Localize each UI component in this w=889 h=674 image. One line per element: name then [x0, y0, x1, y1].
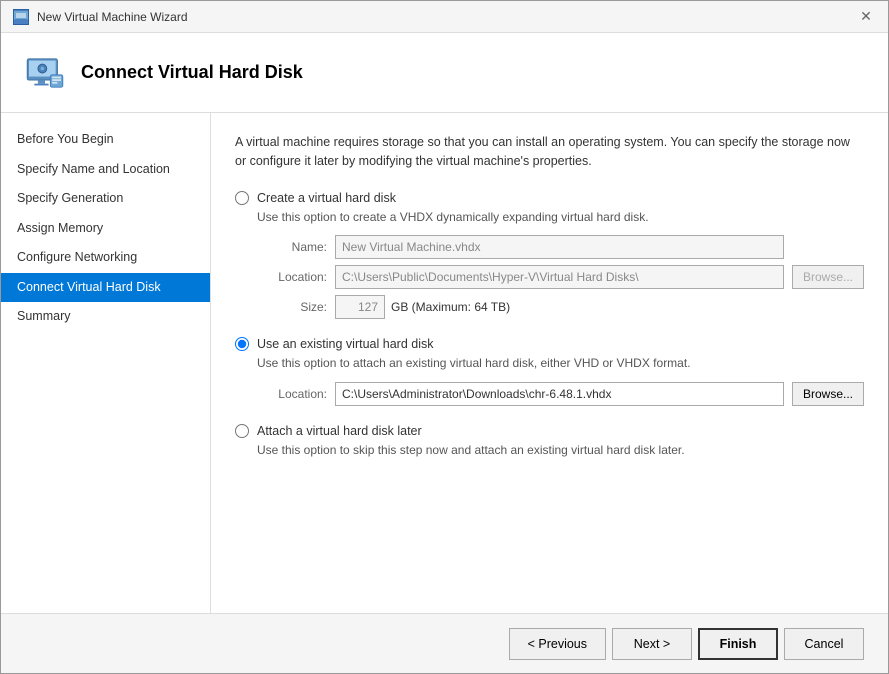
option-create-group: Create a virtual hard disk Use this opti… — [235, 191, 864, 320]
option-existing-group: Use an existing virtual hard disk Use th… — [235, 337, 864, 406]
sidebar-item-summary[interactable]: Summary — [1, 302, 210, 332]
create-fields: Name: Location: Browse... Size: GB (Maxi… — [257, 235, 864, 319]
sidebar: Before You Begin Specify Name and Locati… — [1, 113, 211, 613]
page-description: A virtual machine requires storage so th… — [235, 133, 864, 171]
browse-button-existing[interactable]: Browse... — [792, 382, 864, 406]
cancel-button[interactable]: Cancel — [784, 628, 864, 660]
sidebar-item-before-you-begin[interactable]: Before You Begin — [1, 125, 210, 155]
title-bar: New Virtual Machine Wizard ✕ — [1, 1, 888, 33]
size-label: Size: — [257, 300, 327, 314]
window-icon — [13, 9, 29, 25]
location-label-existing: Location: — [257, 387, 327, 401]
close-button[interactable]: ✕ — [856, 7, 876, 27]
sidebar-item-generation[interactable]: Specify Generation — [1, 184, 210, 214]
window-title: New Virtual Machine Wizard — [37, 10, 188, 24]
name-label: Name: — [257, 240, 327, 254]
location-input-existing[interactable] — [335, 382, 784, 406]
size-input — [335, 295, 385, 319]
size-unit: GB (Maximum: 64 TB) — [391, 300, 510, 314]
option-existing-label[interactable]: Use an existing virtual hard disk — [235, 337, 864, 351]
option-create-text: Create a virtual hard disk — [257, 191, 396, 205]
location-label-create: Location: — [257, 270, 327, 284]
option-create-label[interactable]: Create a virtual hard disk — [235, 191, 864, 205]
next-button[interactable]: Next > — [612, 628, 692, 660]
option-later-label[interactable]: Attach a virtual hard disk later — [235, 424, 864, 438]
option-create-desc: Use this option to create a VHDX dynamic… — [257, 209, 864, 226]
existing-fields: Location: Browse... — [257, 382, 864, 406]
browse-button-create: Browse... — [792, 265, 864, 289]
main-content: A virtual machine requires storage so th… — [211, 113, 888, 613]
wizard-footer: < Previous Next > Finish Cancel — [1, 613, 888, 673]
finish-button[interactable]: Finish — [698, 628, 778, 660]
sidebar-item-virtual-hard-disk[interactable]: Connect Virtual Hard Disk — [1, 273, 210, 303]
wizard-header: Connect Virtual Hard Disk — [1, 33, 888, 113]
option-existing-radio[interactable] — [235, 337, 249, 351]
header-disk-icon — [25, 57, 65, 89]
page-title: Connect Virtual Hard Disk — [81, 62, 303, 83]
option-existing-text: Use an existing virtual hard disk — [257, 337, 433, 351]
option-later-radio[interactable] — [235, 424, 249, 438]
location-input-create — [335, 265, 784, 289]
option-existing-desc: Use this option to attach an existing vi… — [257, 355, 864, 372]
wizard-window: New Virtual Machine Wizard ✕ — [0, 0, 889, 674]
option-later-desc: Use this option to skip this step now an… — [257, 442, 864, 459]
sidebar-item-memory[interactable]: Assign Memory — [1, 214, 210, 244]
name-input — [335, 235, 784, 259]
option-later-text: Attach a virtual hard disk later — [257, 424, 422, 438]
content-area: Before You Begin Specify Name and Locati… — [1, 113, 888, 613]
sidebar-item-name-location[interactable]: Specify Name and Location — [1, 155, 210, 185]
sidebar-item-networking[interactable]: Configure Networking — [1, 243, 210, 273]
option-later-group: Attach a virtual hard disk later Use thi… — [235, 424, 864, 459]
previous-button[interactable]: < Previous — [509, 628, 606, 660]
option-create-radio[interactable] — [235, 191, 249, 205]
